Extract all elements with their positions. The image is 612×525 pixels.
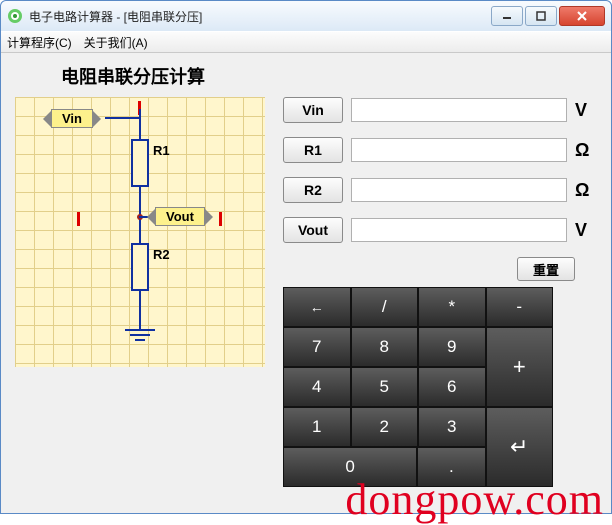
menubar: 计算程序(C) 关于我们(A) xyxy=(1,31,611,53)
key-4[interactable]: 4 xyxy=(283,367,351,407)
key-9[interactable]: 9 xyxy=(418,327,486,367)
vout-unit: V xyxy=(575,220,597,241)
r1-unit: Ω xyxy=(575,140,597,161)
key-1[interactable]: 1 xyxy=(283,407,351,447)
client-area: 电阻串联分压计算 Vin R1 Vout R2 xyxy=(1,53,611,513)
vin-node-label: Vin xyxy=(51,109,93,128)
key-7[interactable]: 7 xyxy=(283,327,351,367)
vout-button[interactable]: Vout xyxy=(283,217,343,243)
r1-label: R1 xyxy=(153,143,170,158)
probe-tick xyxy=(77,212,80,226)
form-column: Vin V R1 Ω R2 Ω Vout V xyxy=(283,97,597,487)
key-dot[interactable]: . xyxy=(417,447,485,487)
key-3[interactable]: 3 xyxy=(418,407,486,447)
field-vout: Vout V xyxy=(283,217,597,243)
probe-tick xyxy=(219,212,222,226)
vin-button[interactable]: Vin xyxy=(283,97,343,123)
menu-calc[interactable]: 计算程序(C) xyxy=(7,34,72,51)
r2-input[interactable] xyxy=(351,178,567,202)
wire-vin xyxy=(105,117,141,119)
field-vin: Vin V xyxy=(283,97,597,123)
app-icon xyxy=(7,8,23,24)
key-6[interactable]: 6 xyxy=(418,367,486,407)
key-8[interactable]: 8 xyxy=(351,327,419,367)
circuit-diagram: Vin R1 Vout R2 xyxy=(15,97,265,367)
minimize-icon xyxy=(502,11,512,21)
field-r1: R1 Ω xyxy=(283,137,597,163)
resistor-r1 xyxy=(131,139,149,187)
menu-about[interactable]: 关于我们(A) xyxy=(84,34,148,51)
key-multiply[interactable]: * xyxy=(418,287,486,327)
key-plus[interactable]: + xyxy=(486,327,554,407)
r1-button[interactable]: R1 xyxy=(283,137,343,163)
key-minus[interactable]: - xyxy=(486,287,554,327)
ground-symbol xyxy=(125,329,155,341)
key-enter[interactable]: ↵ xyxy=(486,407,554,487)
key-backspace[interactable]: ← xyxy=(283,287,351,327)
page-title: 电阻串联分压计算 xyxy=(61,63,597,89)
key-5[interactable]: 5 xyxy=(351,367,419,407)
r1-input[interactable] xyxy=(351,138,567,162)
key-2[interactable]: 2 xyxy=(351,407,419,447)
vout-input[interactable] xyxy=(351,218,567,242)
r2-unit: Ω xyxy=(575,180,597,201)
window-controls xyxy=(491,6,605,26)
vin-unit: V xyxy=(575,100,597,121)
r2-label: R2 xyxy=(153,247,170,262)
reset-button[interactable]: 重置 xyxy=(517,257,575,281)
minimize-button[interactable] xyxy=(491,6,523,26)
close-button[interactable] xyxy=(559,6,605,26)
keypad: ← / * - 7 8 9 4 xyxy=(283,287,553,487)
maximize-button[interactable] xyxy=(525,6,557,26)
field-r2: R2 Ω xyxy=(283,177,597,203)
vout-node-label: Vout xyxy=(155,207,205,226)
key-divide[interactable]: / xyxy=(351,287,419,327)
resistor-r2 xyxy=(131,243,149,291)
window-title: 电子电路计算器 - [电阻串联分压] xyxy=(29,8,491,25)
maximize-icon xyxy=(536,11,546,21)
close-icon xyxy=(577,11,587,21)
titlebar: 电子电路计算器 - [电阻串联分压] xyxy=(1,1,611,31)
key-0[interactable]: 0 xyxy=(283,447,417,487)
vin-input[interactable] xyxy=(351,98,567,122)
content-row: Vin R1 Vout R2 Vin V xyxy=(15,97,597,487)
r2-button[interactable]: R2 xyxy=(283,177,343,203)
app-window: 电子电路计算器 - [电阻串联分压] 计算程序(C) 关于我们(A) 电阻串联分… xyxy=(0,0,612,514)
reset-row: 重置 xyxy=(283,257,575,281)
